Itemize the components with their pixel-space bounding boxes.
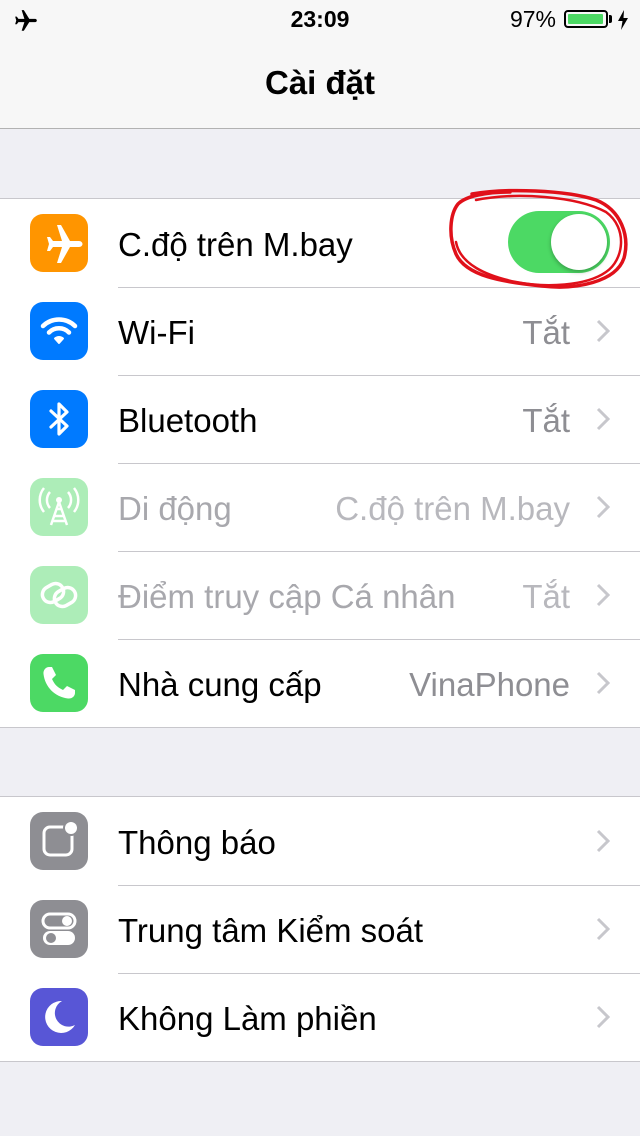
carrier-value: VinaPhone (409, 666, 570, 703)
chevron-right-icon (596, 319, 610, 343)
personal-hotspot-row[interactable]: Điểm truy cập Cá nhân Tắt (0, 551, 640, 639)
notifications-icon (30, 812, 88, 870)
chevron-right-icon (596, 829, 610, 853)
airplane-mode-label: C.độ trên M.bay (118, 226, 353, 263)
wifi-label: Wi-Fi (118, 314, 195, 351)
cellular-antenna-icon (30, 478, 88, 536)
notifications-label: Thông báo (118, 824, 276, 861)
battery-nub (609, 15, 612, 23)
do-not-disturb-row[interactable]: Không Làm phiền (0, 973, 640, 1061)
airplane-mode-toggle[interactable] (508, 211, 610, 273)
bluetooth-label: Bluetooth (118, 402, 258, 439)
phone-icon (30, 654, 88, 712)
control-center-icon (30, 900, 88, 958)
battery-fill (568, 14, 603, 24)
cellular-value: C.độ trên M.bay (335, 490, 570, 527)
carrier-row[interactable]: Nhà cung cấp VinaPhone (0, 639, 640, 727)
airplane-icon (30, 214, 88, 272)
cellular-row[interactable]: Di động C.độ trên M.bay (0, 463, 640, 551)
bolt-icon (618, 10, 628, 30)
battery-icon (564, 10, 608, 28)
link-icon (30, 566, 88, 624)
page-title: Cài đặt (264, 64, 376, 101)
battery-percent: 97% (509, 6, 556, 32)
carrier-label: Nhà cung cấp (118, 666, 322, 703)
chevron-right-icon (596, 583, 610, 607)
chevron-right-icon (596, 1005, 610, 1029)
do-not-disturb-label: Không Làm phiền (118, 1000, 377, 1037)
control-center-row[interactable]: Trung tâm Kiểm soát (0, 885, 640, 973)
toggle-knob (551, 214, 607, 270)
cellular-label: Di động (118, 490, 232, 527)
airplane-mode-row: C.độ trên M.bay (0, 199, 640, 287)
connectivity-group: C.độ trên M.bay Wi-Fi Tắt Bluetooth Tắt (0, 198, 640, 728)
personal-hotspot-label: Điểm truy cập Cá nhân (118, 578, 456, 615)
system-group: Thông báo Trung tâm Kiểm soát Không Làm … (0, 796, 640, 1062)
wifi-value: Tắt (522, 314, 570, 351)
moon-icon (30, 988, 88, 1046)
personal-hotspot-value: Tắt (522, 578, 570, 615)
bluetooth-row[interactable]: Bluetooth Tắt (0, 375, 640, 463)
wifi-row[interactable]: Wi-Fi Tắt (0, 287, 640, 375)
bluetooth-value: Tắt (522, 402, 570, 439)
chevron-right-icon (596, 407, 610, 431)
chevron-right-icon (596, 671, 610, 695)
control-center-label: Trung tâm Kiểm soát (118, 912, 424, 949)
chevron-right-icon (596, 917, 610, 941)
wifi-icon (30, 302, 88, 360)
bluetooth-icon (30, 390, 88, 448)
navigation-bar: 23:09 97% Cài đặt (0, 0, 640, 129)
notifications-row[interactable]: Thông báo (0, 797, 640, 885)
chevron-right-icon (596, 495, 610, 519)
